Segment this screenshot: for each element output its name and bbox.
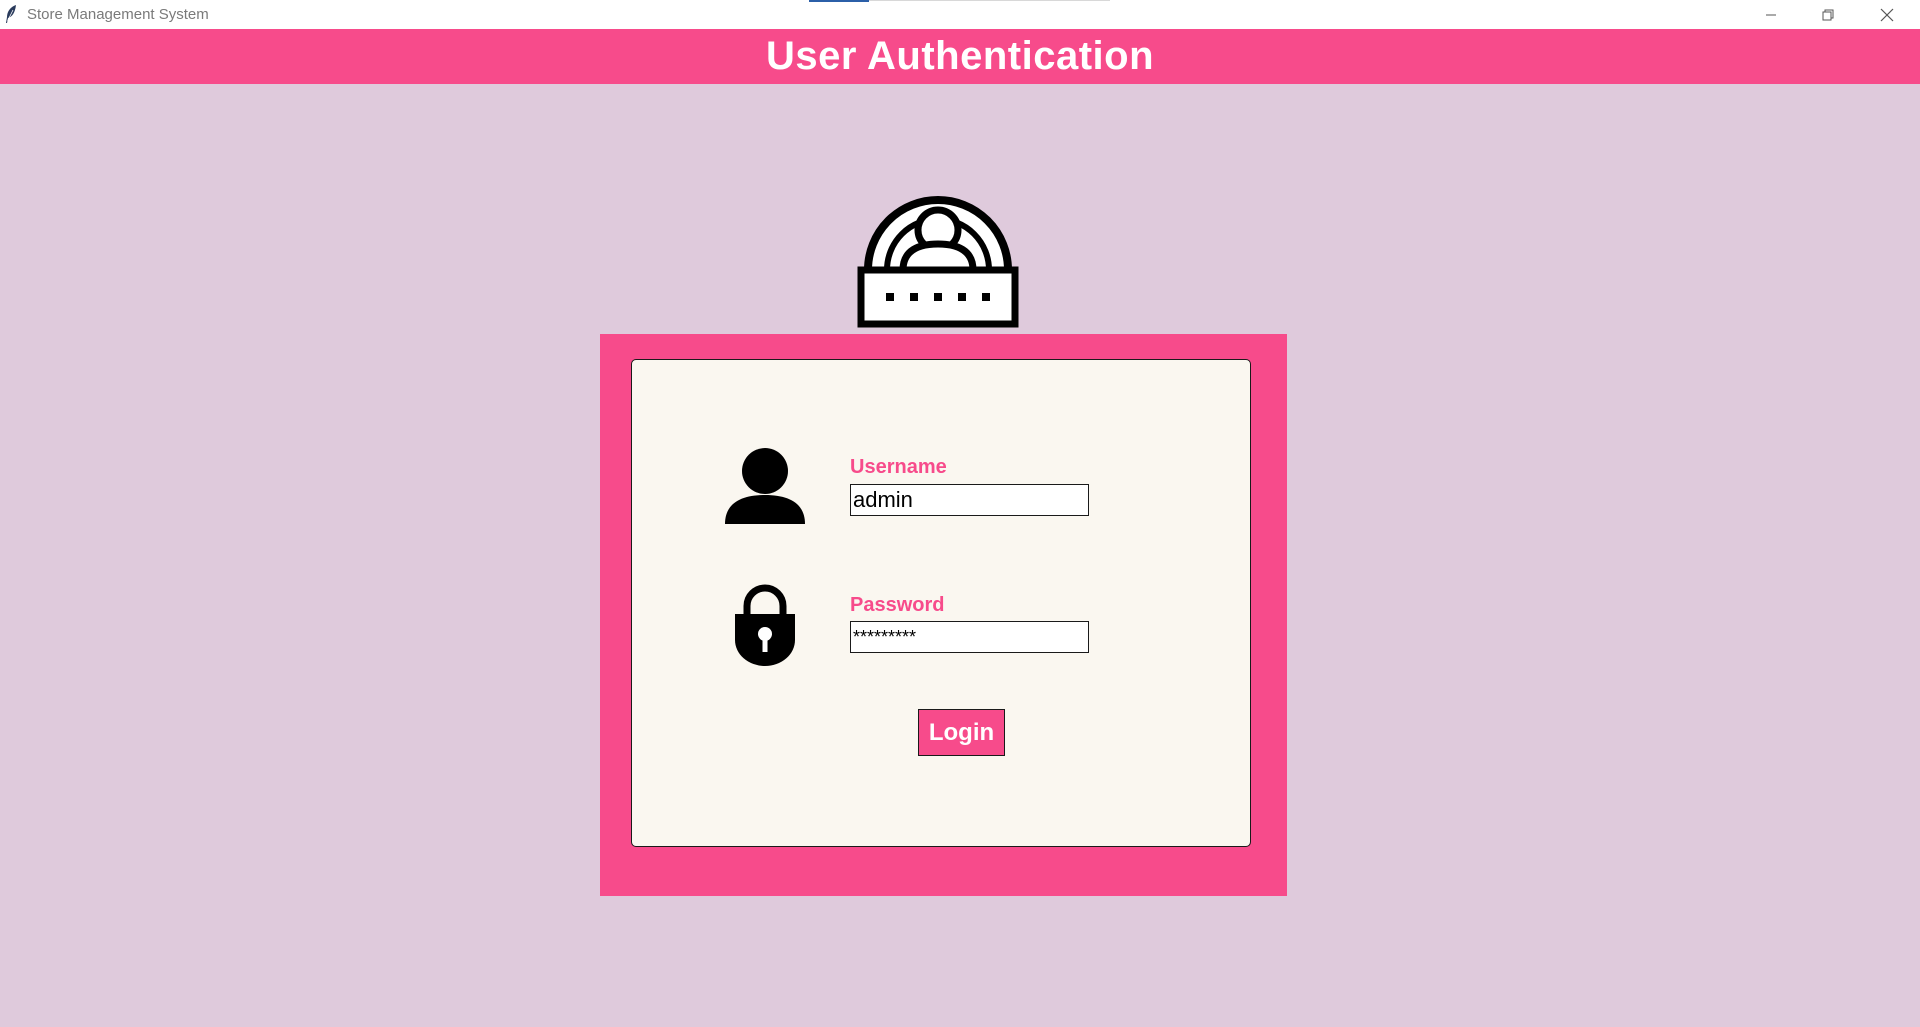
minimize-button[interactable] [1748,0,1794,29]
password-input[interactable] [850,621,1089,653]
feather-icon [6,5,16,23]
username-input[interactable] [850,484,1089,516]
user-authentication-icon [857,196,1019,328]
password-label: Password [850,594,945,616]
header-banner: User Authentication [0,29,1920,84]
login-button[interactable]: Login [918,709,1005,756]
user-icon [725,448,805,524]
close-button[interactable] [1864,0,1910,29]
titlebar-accent [809,0,869,2]
minimize-icon [1766,14,1776,15]
page-title: User Authentication [765,34,1155,78]
window-titlebar: Store Management System [0,0,1920,29]
titlebar-divider [869,0,1110,1]
close-icon [1880,8,1894,21]
username-label: Username [850,456,947,478]
lock-icon [735,584,795,666]
restore-button[interactable] [1805,0,1851,29]
window-title: Store Management System [27,6,209,23]
restore-icon [1822,9,1834,20]
